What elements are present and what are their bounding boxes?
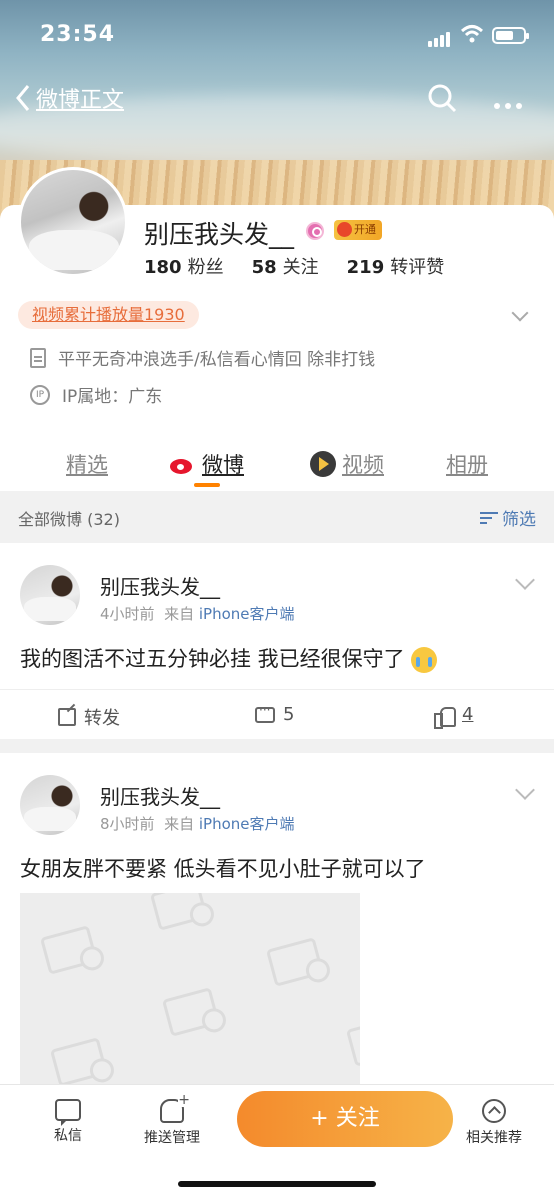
filter-icon [480, 510, 498, 526]
follow-button[interactable]: + 关注 [237, 1091, 453, 1147]
fans-stat[interactable]: 180 粉丝 [144, 253, 224, 279]
image-placeholder-icon [265, 937, 325, 987]
following-stat[interactable]: 58 关注 [252, 253, 319, 279]
post-author[interactable]: 别压我头发__ [100, 781, 220, 810]
chevron-up-circle-icon [482, 1099, 506, 1123]
image-placeholder[interactable] [20, 893, 360, 1084]
post-separator [0, 739, 554, 753]
image-placeholder-icon [149, 893, 209, 931]
recommend-button[interactable]: 相关推荐 [466, 1099, 522, 1147]
post-meta: 4小时前 来自 iPhone客户端 [100, 605, 295, 623]
chevron-down-icon[interactable] [511, 304, 529, 322]
likes-stat[interactable]: 219 转评赞 [347, 253, 445, 279]
vip-open-badge[interactable]: 开通 [334, 220, 382, 240]
like-button[interactable]: 4 [434, 704, 473, 729]
avatar[interactable] [20, 775, 80, 835]
verified-badge-icon[interactable] [306, 222, 324, 240]
ip-location: IP属地：广东 [62, 387, 163, 407]
post-actions: 转发 5 4 [0, 689, 554, 741]
image-placeholder-icon [345, 1017, 360, 1067]
cell-signal-icon [428, 28, 452, 47]
video-icon [310, 451, 336, 477]
tab-album[interactable]: 相册 [446, 449, 488, 479]
status-time: 23:54 [40, 22, 116, 47]
back-label[interactable]: 微博正文 [36, 82, 124, 114]
repost-button[interactable]: 转发 [58, 704, 120, 730]
chevron-down-icon[interactable] [515, 570, 535, 590]
message-icon [55, 1099, 81, 1126]
bio-line: 平平无奇冲浪选手/私信看心情回 除非打钱 [30, 345, 375, 370]
post-source[interactable]: iPhone客户端 [199, 605, 295, 623]
comment-icon [255, 703, 275, 723]
tab-weibo[interactable]: 微博 [170, 449, 244, 479]
back-button[interactable]: 微博正文 [14, 82, 124, 114]
image-placeholder-icon [49, 1037, 109, 1084]
status-bar: 23:54 [0, 18, 554, 54]
profile-tabs: 精选 微博 视频 相册 [0, 445, 554, 491]
active-tab-indicator [194, 483, 220, 487]
post-author[interactable]: 别压我头发__ [100, 571, 220, 600]
bell-icon [160, 1093, 190, 1123]
chevron-down-icon[interactable] [515, 780, 535, 800]
image-placeholder-icon [161, 987, 221, 1037]
thumbs-up-icon [434, 705, 456, 729]
image-placeholder-icon [39, 925, 99, 975]
filter-bar: 全部微博 (32) 筛选 [0, 491, 554, 543]
nav-bar: 微博正文 [0, 80, 554, 120]
tab-video[interactable]: 视频 [310, 449, 384, 479]
repost-icon [58, 708, 76, 726]
filter-button[interactable]: 筛选 [480, 505, 536, 530]
crying-emoji-icon [411, 647, 438, 673]
post-text: 我的图活不过五分钟必挂 我已经很保守了 [20, 643, 438, 673]
battery-icon [492, 27, 529, 44]
video-views-tag[interactable]: 视频累计播放量1930 [18, 301, 199, 329]
avatar[interactable] [20, 565, 80, 625]
post-source[interactable]: iPhone客户端 [199, 815, 295, 833]
document-icon [30, 347, 46, 368]
profile-name: 别压我头发__ [144, 220, 295, 249]
ip-line: IP IP属地：广东 [30, 382, 162, 407]
search-icon[interactable] [426, 82, 458, 114]
all-posts-count: 全部微博 (32) [18, 510, 120, 529]
profile-stats: 180 粉丝 58 关注 219 转评赞 [144, 253, 444, 279]
home-indicator[interactable] [178, 1181, 376, 1187]
chevron-left-icon [16, 85, 30, 111]
message-button[interactable]: 私信 [54, 1099, 82, 1145]
weibo-icon [170, 453, 196, 475]
post-card[interactable]: 别压我头发__ 8小时前 来自 iPhone客户端 女朋友胖不要紧 低头看不见小… [0, 753, 554, 1084]
comment-button[interactable]: 5 [255, 703, 294, 725]
post-card[interactable]: 别压我头发__ 4小时前 来自 iPhone客户端 我的图活不过五分钟必挂 我已… [0, 543, 554, 739]
bottom-toolbar: 私信 推送管理 + 关注 相关推荐 [0, 1084, 554, 1200]
more-icon[interactable] [494, 94, 527, 113]
ip-icon: IP [30, 384, 50, 405]
avatar[interactable] [18, 167, 128, 277]
tab-featured[interactable]: 精选 [66, 449, 108, 479]
post-text: 女朋友胖不要紧 低头看不见小肚子就可以了 [20, 857, 426, 881]
bio-text: 平平无奇冲浪选手/私信看心情回 除非打钱 [58, 350, 376, 370]
post-meta: 8小时前 来自 iPhone客户端 [100, 815, 295, 833]
push-settings-button[interactable]: 推送管理 [144, 1093, 200, 1147]
wifi-icon [460, 25, 484, 43]
